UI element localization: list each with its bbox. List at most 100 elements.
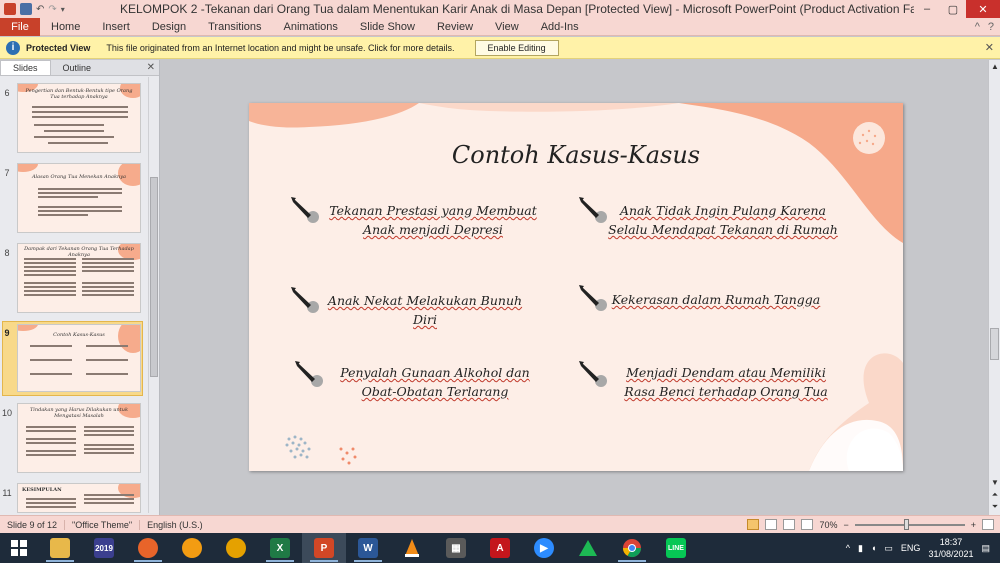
info-icon: i: [6, 40, 20, 55]
maximize-button[interactable]: ▢: [940, 0, 966, 18]
help-icon[interactable]: ?: [988, 21, 994, 33]
case-item-6[interactable]: Menjadi Dendam atau Memiliki Rasa Benci …: [609, 363, 843, 401]
clock-time: 18:37: [939, 537, 963, 547]
thumbnail-title: Dampak dari Tekanan Orang Tua Terhadap A…: [24, 246, 134, 258]
notifications-icon[interactable]: ▤: [981, 543, 990, 554]
headphones-icon: [226, 538, 246, 558]
tab-animations[interactable]: Animations: [273, 21, 349, 33]
minimize-ribbon-icon[interactable]: ^: [975, 21, 980, 33]
enable-editing-button[interactable]: Enable Editing: [474, 39, 559, 56]
tray-expand-icon[interactable]: ^: [846, 543, 850, 553]
slide-title[interactable]: Contoh Kasus-Kasus: [399, 141, 753, 169]
reading-view-button[interactable]: [783, 519, 796, 530]
tab-outline[interactable]: Outline: [51, 61, 104, 75]
language-indicator[interactable]: English (U.S.): [140, 520, 210, 530]
scrollbar-thumb[interactable]: [990, 328, 999, 360]
tab-transitions[interactable]: Transitions: [197, 21, 272, 33]
slide-thumbnail-11[interactable]: KESIMPULAN: [17, 483, 141, 513]
window-title: KELOMPOK 2 -Tekanan dari Orang Tua dalam…: [120, 2, 914, 16]
tab-home[interactable]: Home: [40, 21, 91, 33]
tab-file[interactable]: File: [0, 17, 40, 36]
case-item-4[interactable]: Kekerasan dalam Rumah Tangga: [611, 290, 821, 309]
save-icon[interactable]: [20, 3, 32, 15]
close-button[interactable]: ✕: [966, 0, 1000, 18]
normal-view-button[interactable]: [747, 519, 760, 530]
protected-view-message[interactable]: This file originated from an Internet lo…: [106, 43, 454, 53]
slide-thumbnail-6[interactable]: Pengertian dan Bentuk-Bentuk tipe Orang …: [17, 83, 141, 153]
zoom-out-button[interactable]: −: [843, 520, 848, 530]
case-item-3[interactable]: Anak Nekat Melakukan Bunuh Diri: [315, 291, 535, 329]
case-item-2[interactable]: Anak Tidak Ingin Pulang Karena Selalu Me…: [601, 201, 845, 239]
redo-icon[interactable]: ↷: [48, 4, 56, 15]
calendar-2019-icon: 2019: [94, 538, 114, 558]
thumbnail-title: Tindakan yang Harus Dilakukan untuk Meng…: [29, 407, 129, 419]
slide-sorter-view-button[interactable]: [765, 519, 778, 530]
thumbnail-title: Pengertian dan Bentuk-Bentuk tipe Orang …: [25, 88, 133, 100]
slide-thumbnail-7[interactable]: Alasan Orang Tua Menekan Anaknya: [17, 163, 141, 233]
chrome-taskbar-icon[interactable]: [610, 533, 654, 563]
current-slide[interactable]: Contoh Kasus-Kasus Tekanan Prestasi yang…: [249, 103, 903, 471]
case-item-5[interactable]: Penyalah Gunaan Alkohol dan Obat-Obatan …: [325, 363, 545, 401]
clock[interactable]: 18:37 31/08/2021: [928, 536, 973, 560]
protected-view-bar: i Protected View This file originated fr…: [0, 37, 1000, 59]
slide-thumbnail-8[interactable]: Dampak dari Tekanan Orang Tua Terhadap A…: [17, 243, 141, 313]
input-language[interactable]: ENG: [901, 543, 921, 553]
tab-add-ins[interactable]: Add-Ins: [530, 21, 590, 33]
tab-design[interactable]: Design: [141, 21, 197, 33]
network-icon[interactable]: ▮: [858, 543, 863, 554]
undo-icon[interactable]: ↶: [36, 4, 44, 15]
orange-circle-icon: [182, 538, 202, 558]
status-bar: Slide 9 of 12 "Office Theme" English (U.…: [0, 515, 1000, 533]
next-slide-icon[interactable]: ⏷: [989, 502, 1000, 512]
slide-thumbnail-10[interactable]: Tindakan yang Harus Dilakukan untuk Meng…: [17, 403, 141, 473]
firefox-taskbar-icon[interactable]: [126, 533, 170, 563]
slide-number: 8: [4, 248, 10, 258]
case-item-1[interactable]: Tekanan Prestasi yang Membuat Anak menja…: [313, 201, 553, 239]
zoom-level[interactable]: 70%: [819, 520, 837, 530]
tab-slide-show[interactable]: Slide Show: [349, 21, 426, 33]
vlc-taskbar-icon[interactable]: [390, 533, 434, 563]
zoom-taskbar-icon[interactable]: ▶: [522, 533, 566, 563]
tab-insert[interactable]: Insert: [91, 21, 141, 33]
tab-slides[interactable]: Slides: [0, 60, 51, 75]
main-vertical-scrollbar[interactable]: ▲ ▼ ⏶ ⏷: [988, 60, 1000, 515]
scroll-up-icon[interactable]: ▲: [989, 62, 1000, 71]
vlc-cone-icon: [405, 539, 419, 557]
excel-taskbar-icon[interactable]: X: [258, 533, 302, 563]
green-triangle-taskbar-icon[interactable]: [566, 533, 610, 563]
line-taskbar-icon[interactable]: LINE: [654, 533, 698, 563]
start-button[interactable]: [0, 533, 38, 563]
customize-toolbar-icon[interactable]: ▾: [61, 5, 65, 14]
file-explorer-taskbar-icon[interactable]: [38, 533, 82, 563]
zoom-slider-thumb[interactable]: [903, 518, 909, 530]
calendar-taskbar-icon[interactable]: 2019: [82, 533, 126, 563]
word-taskbar-icon[interactable]: W: [346, 533, 390, 563]
previous-slide-icon[interactable]: ⏶: [989, 490, 1000, 500]
tab-review[interactable]: Review: [426, 21, 484, 33]
headphones-taskbar-icon[interactable]: [214, 533, 258, 563]
zoom-in-button[interactable]: +: [971, 520, 976, 530]
ribbon-right-controls: ^ ?: [975, 21, 1000, 33]
orange-app-taskbar-icon[interactable]: [170, 533, 214, 563]
volume-icon[interactable]: ◖: [871, 543, 876, 553]
powerpoint-taskbar-icon[interactable]: P: [302, 533, 346, 563]
scrollbar-thumb[interactable]: [150, 177, 158, 377]
minimize-button[interactable]: –: [914, 0, 940, 18]
quick-access-toolbar: ↶ ↷ ▾: [0, 3, 120, 15]
slide-show-view-button[interactable]: [801, 519, 814, 530]
thumbnail-title: Contoh Kasus-Kasus: [53, 332, 105, 338]
zoom-slider[interactable]: [854, 518, 965, 530]
pen-brush-icon: [579, 361, 607, 387]
slide-thumbnail-9[interactable]: Contoh Kasus-Kasus: [17, 324, 141, 392]
close-protected-view-icon[interactable]: ✕: [985, 41, 994, 54]
acrobat-taskbar-icon[interactable]: A: [478, 533, 522, 563]
video-editor-taskbar-icon[interactable]: ▦: [434, 533, 478, 563]
close-panel-icon[interactable]: ✕: [147, 62, 155, 73]
tab-view[interactable]: View: [484, 21, 530, 33]
fit-slide-button[interactable]: [982, 519, 994, 530]
scroll-down-icon[interactable]: ▼: [989, 478, 1000, 487]
thumbnail-title: Alasan Orang Tua Menekan Anaknya: [31, 174, 127, 180]
battery-icon[interactable]: ▭: [884, 543, 893, 554]
slides-panel-scrollbar[interactable]: [148, 77, 158, 513]
windows-logo-icon: [11, 540, 27, 556]
